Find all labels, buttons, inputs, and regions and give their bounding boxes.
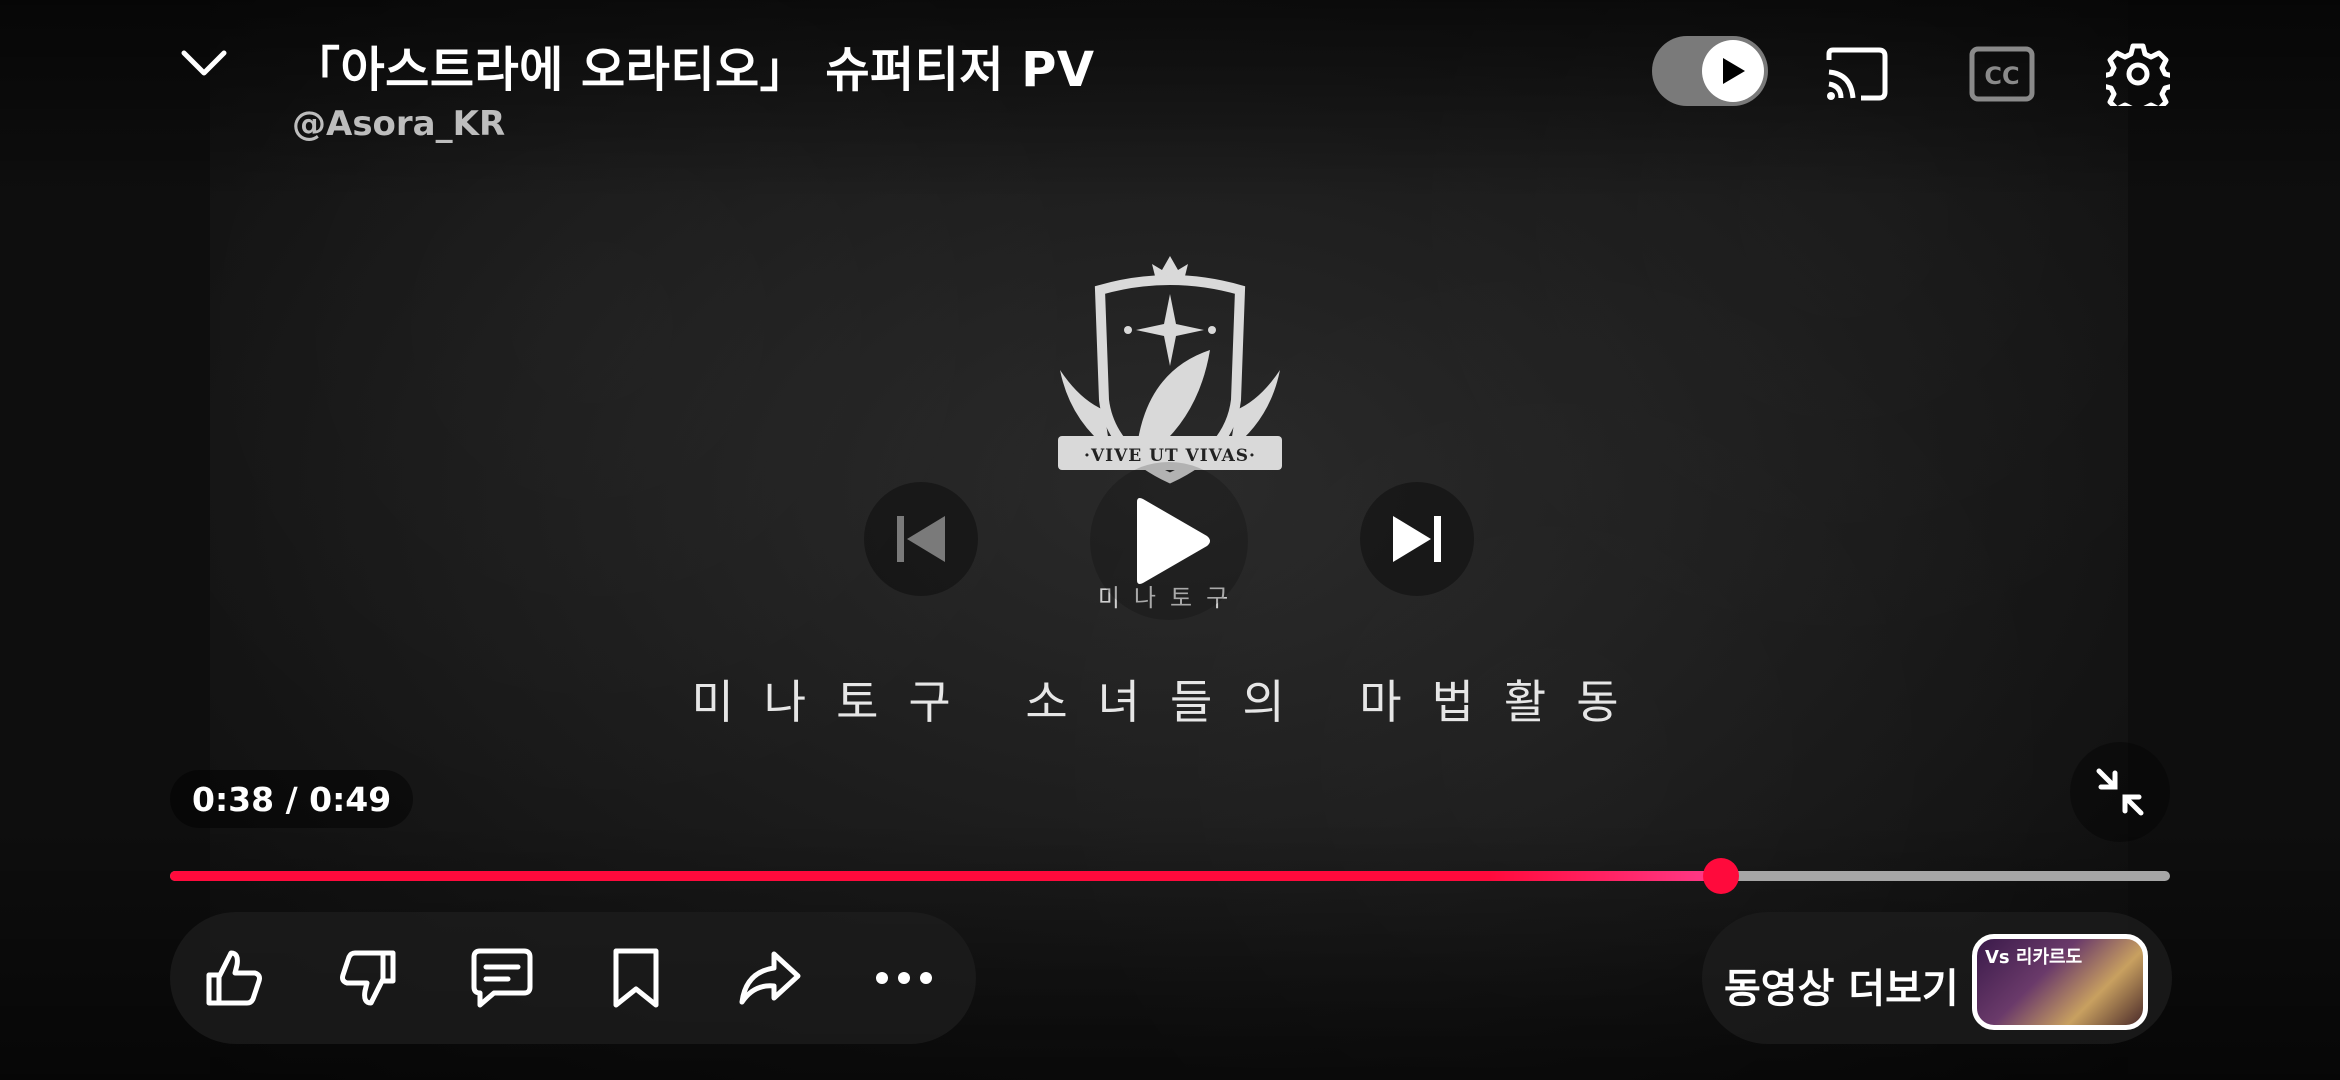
thumbs-down-icon: [340, 950, 396, 1006]
channel-handle[interactable]: @Asora_KR: [292, 104, 505, 144]
cast-button[interactable]: [1820, 38, 1892, 110]
comment-button[interactable]: [462, 938, 542, 1018]
cc-icon: CC: [1969, 46, 2035, 102]
share-button[interactable]: [730, 938, 810, 1018]
settings-button[interactable]: [2102, 38, 2174, 110]
previous-button[interactable]: [864, 482, 978, 596]
play-button[interactable]: [1090, 462, 1248, 620]
more-horizontal-icon: [876, 972, 932, 984]
thumbs-up-icon: [206, 950, 262, 1006]
more-videos-label: 동영상 더보기: [1724, 966, 1959, 1012]
duration: 0:49: [309, 779, 392, 819]
autoplay-toggle[interactable]: [1652, 36, 1768, 106]
action-bar: [170, 912, 976, 1044]
captions-button[interactable]: CC: [1966, 38, 2038, 110]
next-button[interactable]: [1360, 482, 1474, 596]
save-button[interactable]: [596, 938, 676, 1018]
share-icon: [739, 951, 801, 1005]
comment-icon: [471, 948, 533, 1008]
bookmark-icon: [613, 948, 659, 1008]
gear-icon: [2106, 43, 2170, 106]
dislike-button[interactable]: [328, 938, 408, 1018]
seek-bar-played: [170, 871, 1721, 881]
video-tagline: 미나토구 소녀들의 마법활동: [691, 675, 1649, 729]
seek-bar-thumb[interactable]: [1703, 858, 1739, 894]
thumbnail-caption: Vs 리카르도: [1985, 947, 2083, 968]
collapse-button[interactable]: [170, 30, 238, 98]
more-videos-thumbnail: Vs 리카르도: [1972, 934, 2148, 1030]
cast-icon: [1826, 47, 1888, 101]
skip-previous-icon: [897, 516, 945, 562]
time-separator: /: [274, 779, 310, 819]
exit-fullscreen-icon: [2096, 768, 2144, 816]
autoplay-toggle-icon: [1702, 40, 1764, 102]
current-time: 0:38: [192, 779, 275, 819]
chevron-down-icon: [181, 50, 227, 76]
video-title: 「아스트라에 오라티오」 슈퍼티저 PV: [292, 42, 1095, 98]
time-display: 0:38 / 0:49: [170, 770, 414, 828]
play-icon: [1137, 498, 1210, 584]
more-actions-button[interactable]: [864, 938, 944, 1018]
seek-bar[interactable]: [170, 858, 2170, 894]
more-videos-button[interactable]: 동영상 더보기 Vs 리카르도: [1702, 912, 2172, 1044]
exit-fullscreen-button[interactable]: [2070, 742, 2170, 842]
like-button[interactable]: [194, 938, 274, 1018]
skip-next-icon: [1393, 516, 1441, 562]
svg-text:CC: CC: [1984, 62, 2019, 90]
